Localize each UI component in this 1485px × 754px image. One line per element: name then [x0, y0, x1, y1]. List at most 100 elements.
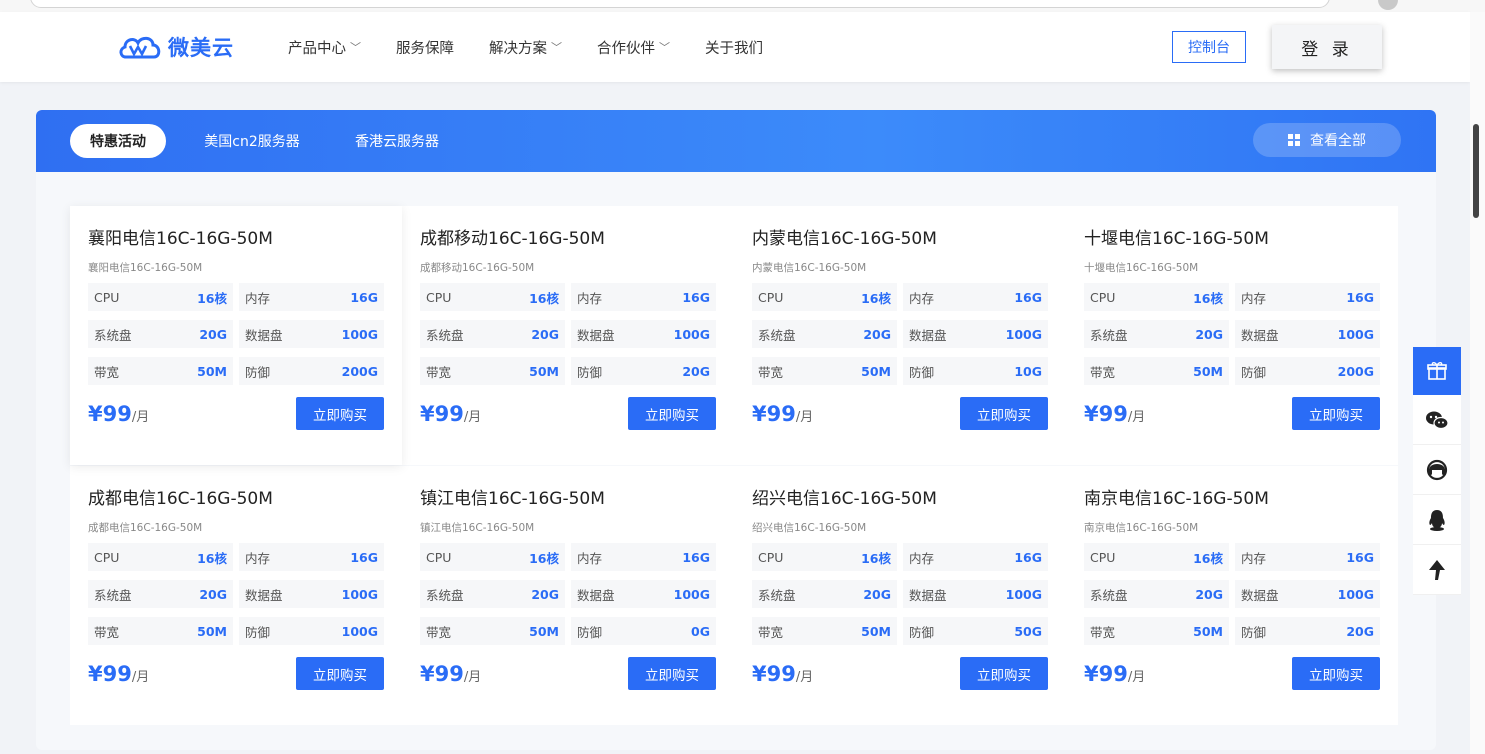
price-unit: /月 — [131, 409, 150, 425]
spec-label: 系统盘 — [426, 327, 464, 343]
logo[interactable]: 微美云 — [118, 32, 234, 62]
price: ¥99/月 — [1084, 662, 1145, 686]
back-to-top-icon[interactable] — [1413, 545, 1461, 595]
bandwidth-value: 50M — [529, 363, 559, 379]
cpu-value: 16核 — [1193, 290, 1223, 306]
spec-label: CPU — [94, 549, 120, 565]
floating-toolbar — [1413, 347, 1461, 595]
spec-label: CPU — [1090, 289, 1116, 305]
spec-label: CPU — [758, 549, 784, 565]
chevron-down-icon: ﹀ — [659, 41, 670, 54]
spec-label: 系统盘 — [94, 327, 132, 343]
buy-now-button[interactable]: 立即购买 — [628, 397, 716, 430]
buy-now-button[interactable]: 立即购买 — [296, 397, 384, 430]
buy-now-button[interactable]: 立即购买 — [960, 397, 1048, 430]
spec-label: 数据盘 — [1241, 587, 1279, 603]
product-card[interactable]: 成都电信16C-16G-50M 成都电信16C-16G-50M CPU 16核 内存… — [70, 466, 402, 725]
product-title: 内蒙电信16C-16G-50M — [752, 229, 937, 249]
spec-label: 数据盘 — [577, 327, 615, 343]
spec-label: 系统盘 — [758, 587, 796, 603]
product-card[interactable]: 十堰电信16C-16G-50M 十堰电信16C-16G-50M CPU 16核 内存… — [1066, 206, 1398, 465]
cpu-value: 16核 — [197, 290, 227, 306]
defense-value: 20G — [682, 363, 710, 379]
product-card[interactable]: 内蒙电信16C-16G-50M 内蒙电信16C-16G-50M CPU 16核 内存… — [734, 206, 1066, 465]
spec-label: CPU — [426, 549, 452, 565]
nav-item-service[interactable]: 服务保障 — [396, 37, 454, 58]
defense-value: 10G — [1014, 363, 1042, 379]
price-unit: /月 — [795, 669, 814, 685]
qq-icon[interactable] — [1413, 495, 1461, 545]
nav-item-products[interactable]: 产品中心 ﹀ — [288, 37, 361, 58]
price-amount: ¥99 — [88, 401, 132, 426]
system-disk-value: 20G — [531, 326, 559, 342]
cpu-value: 16核 — [197, 550, 227, 566]
bandwidth-value: 50M — [197, 623, 227, 639]
buy-now-button[interactable]: 立即购买 — [960, 657, 1048, 690]
site-header: 微美云 产品中心 ﹀ 服务保障 解决方案 ﹀ 合作伙伴 ﹀ 关于我们 控制台 登 录 — [0, 12, 1470, 82]
defense-value: 0G — [691, 623, 710, 639]
price-unit: /月 — [1127, 669, 1146, 685]
spec-label: 内存 — [1241, 290, 1267, 306]
product-subtitle: 绍兴电信16C-16G-50M — [752, 522, 867, 534]
product-card[interactable]: 绍兴电信16C-16G-50M 绍兴电信16C-16G-50M CPU 16核 内存… — [734, 466, 1066, 725]
chevron-down-icon: ﹀ — [350, 41, 361, 54]
page-scrollbar[interactable] — [1470, 12, 1485, 754]
price-amount: ¥99 — [88, 661, 132, 686]
product-title: 绍兴电信16C-16G-50M — [752, 489, 937, 509]
wechat-icon[interactable] — [1413, 395, 1461, 445]
buy-now-button[interactable]: 立即购买 — [1292, 397, 1380, 430]
product-subtitle: 成都移动16C-16G-50M — [420, 262, 535, 274]
cpu-value: 16核 — [861, 550, 891, 566]
tab-us-cn2[interactable]: 美国cn2服务器 — [200, 124, 304, 158]
spec-label: 带宽 — [426, 364, 452, 380]
cpu-value: 16核 — [1193, 550, 1223, 566]
price-amount: ¥99 — [420, 661, 464, 686]
defense-value: 100G — [341, 623, 378, 639]
main-nav: 产品中心 ﹀ 服务保障 解决方案 ﹀ 合作伙伴 ﹀ 关于我们 — [288, 12, 798, 82]
spec-label: 内存 — [909, 550, 935, 566]
bandwidth-value: 50M — [861, 623, 891, 639]
spec-label: 数据盘 — [245, 587, 283, 603]
bandwidth-value: 50M — [861, 363, 891, 379]
nav-item-solutions[interactable]: 解决方案 ﹀ — [489, 37, 562, 58]
console-button[interactable]: 控制台 — [1172, 31, 1246, 63]
product-title: 成都移动16C-16G-50M — [420, 229, 605, 249]
product-card[interactable]: 镇江电信16C-16G-50M 镇江电信16C-16G-50M CPU 16核 内存… — [402, 466, 734, 725]
spec-label: 系统盘 — [1090, 587, 1128, 603]
nav-item-partners[interactable]: 合作伙伴 ﹀ — [597, 37, 670, 58]
system-disk-value: 20G — [531, 586, 559, 602]
tab-special-offers[interactable]: 特惠活动 — [70, 124, 166, 158]
bandwidth-value: 50M — [197, 363, 227, 379]
address-bar[interactable] — [30, 0, 1330, 8]
tab-hk-cloud[interactable]: 香港云服务器 — [352, 124, 442, 158]
buy-now-button[interactable]: 立即购买 — [1292, 657, 1380, 690]
spec-label: 内存 — [245, 550, 271, 566]
product-card[interactable]: 南京电信16C-16G-50M 南京电信16C-16G-50M CPU 16核 内存… — [1066, 466, 1398, 725]
product-subtitle: 南京电信16C-16G-50M — [1084, 522, 1199, 534]
spec-label: CPU — [94, 289, 120, 305]
spec-label: 系统盘 — [94, 587, 132, 603]
buy-now-button[interactable]: 立即购买 — [296, 657, 384, 690]
spec-label: 防御 — [1241, 364, 1267, 380]
view-all-button[interactable]: 查看全部 — [1253, 123, 1401, 157]
memory-value: 16G — [682, 549, 710, 565]
spec-label: 防御 — [1241, 624, 1267, 640]
login-button[interactable]: 登 录 — [1272, 25, 1382, 69]
support-icon[interactable] — [1413, 445, 1461, 495]
nav-label: 服务保障 — [396, 40, 454, 57]
memory-value: 16G — [1346, 549, 1374, 565]
nav-item-about[interactable]: 关于我们 — [705, 37, 763, 58]
profile-icon[interactable] — [1378, 0, 1398, 10]
product-title: 镇江电信16C-16G-50M — [420, 489, 605, 509]
spec-label: 带宽 — [1090, 624, 1116, 640]
system-disk-value: 20G — [863, 586, 891, 602]
gift-icon[interactable] — [1413, 347, 1461, 395]
system-disk-value: 20G — [1195, 586, 1223, 602]
product-card[interactable]: 成都移动16C-16G-50M 成都移动16C-16G-50M CPU 16核 内存… — [402, 206, 734, 465]
scrollbar-thumb[interactable] — [1473, 124, 1479, 218]
buy-now-button[interactable]: 立即购买 — [628, 657, 716, 690]
view-all-label: 查看全部 — [1310, 133, 1366, 149]
price: ¥99/月 — [420, 402, 481, 426]
price-unit: /月 — [463, 669, 482, 685]
product-card[interactable]: 襄阳电信16C-16G-50M 襄阳电信16C-16G-50M CPU 16核 内存… — [70, 206, 402, 465]
